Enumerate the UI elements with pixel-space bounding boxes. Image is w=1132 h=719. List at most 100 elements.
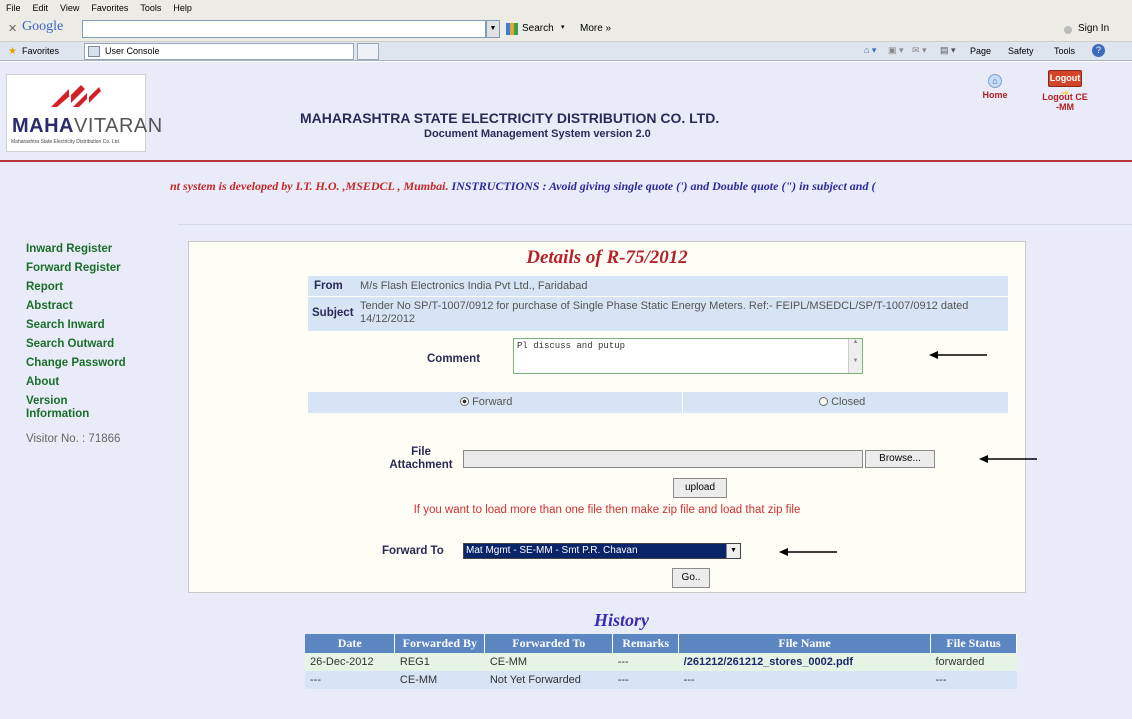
upload-button[interactable]: upload: [673, 478, 727, 498]
scroll-up-icon[interactable]: ▲: [849, 339, 862, 345]
radio-selected-icon[interactable]: [460, 397, 469, 406]
feeds-icon[interactable]: ▣ ▾: [888, 45, 904, 56]
logo-text-light: VITARAN: [74, 115, 163, 137]
comment-text: Pl discuss and putup: [517, 341, 626, 351]
logout-button[interactable]: Logout ➔: [1048, 70, 1082, 98]
sidebar-item-forward-register[interactable]: Forward Register: [26, 262, 121, 275]
home-link[interactable]: ⌂ Home: [975, 74, 1015, 100]
logo-arrows-icon: [51, 85, 101, 107]
radio-unselected-icon[interactable]: [819, 397, 828, 406]
chevron-down-icon: ▾: [561, 24, 565, 31]
menu-file[interactable]: File: [6, 3, 21, 13]
subject-row: Subject Tender No SP/T-1007/0912 for pur…: [308, 297, 1008, 331]
from-value: M/s Flash Electronics India Pvt Ltd., Fa…: [360, 280, 588, 292]
menu-tools[interactable]: Tools: [140, 3, 161, 13]
close-icon[interactable]: ✕: [8, 22, 17, 35]
tab-title: User Console: [105, 46, 160, 56]
sidebar-item-about[interactable]: About: [26, 376, 59, 389]
sidebar: Inward Register Forward Register Report …: [0, 212, 178, 719]
zip-file-note: If you want to load more than one file t…: [413, 504, 801, 516]
sidebar-item-search-outward[interactable]: Search Outward: [26, 338, 114, 351]
site-header: MAHAVITARAN Maharashtra State Electricit…: [0, 62, 1132, 160]
history-title: History: [594, 610, 650, 630]
select-arrow-icon[interactable]: ▼: [726, 544, 740, 558]
dropdown-arrow-icon[interactable]: ▼: [486, 20, 500, 38]
history-table: Date Forwarded By Forwarded To Remarks F…: [305, 634, 1017, 689]
table-row: --- CE-MM Not Yet Forwarded --- --- ---: [305, 671, 1017, 689]
sidebar-item-search-inward[interactable]: Search Inward: [26, 319, 105, 332]
help-icon[interactable]: ?: [1092, 44, 1105, 57]
visitor-counter: Visitor No. : 71866: [26, 433, 121, 445]
sign-in-link[interactable]: Sign In: [1078, 23, 1109, 34]
logo-text-bold: MAHA: [12, 115, 74, 137]
menu-view[interactable]: View: [60, 3, 79, 13]
google-search-icon: [506, 23, 518, 35]
org-title: MAHARASHTRA STATE ELECTRICITY DISTRIBUTI…: [300, 110, 720, 126]
sidebar-item-inward-register[interactable]: Inward Register: [26, 243, 112, 256]
col-file-status: File Status: [930, 634, 1017, 653]
browser-menu-bar: File Edit View Favorites Tools Help: [0, 0, 1132, 16]
google-search-input[interactable]: [82, 20, 486, 38]
col-file-name: File Name: [678, 634, 931, 653]
sidebar-item-change-password[interactable]: Change Password: [26, 357, 126, 370]
more-button[interactable]: More »: [580, 23, 611, 34]
page-menu[interactable]: Page: [970, 46, 991, 56]
forward-to-select[interactable]: Mat Mgmt - SE-MM - Smt P.R. Chavan ▼: [463, 543, 741, 559]
google-logo: Google: [22, 19, 64, 34]
radio-forward-cell: Forward: [308, 392, 682, 413]
menu-favorites[interactable]: Favorites: [91, 3, 128, 13]
cell-forwarded-to: CE-MM: [484, 653, 613, 671]
comment-scrollbar[interactable]: ▲ ▼: [848, 339, 862, 373]
favorites-button[interactable]: Favorites: [22, 46, 59, 56]
new-tab-button[interactable]: [357, 43, 379, 60]
menu-help[interactable]: Help: [173, 3, 192, 13]
annotation-arrow-icon: [929, 351, 987, 359]
google-toolbar: ✕ Google ▼ Search ▾ More » Sign In: [0, 16, 1132, 42]
forward-to-label: Forward To: [382, 545, 444, 557]
app-subtitle: Document Management System version 2.0: [424, 128, 651, 140]
history-header-row: Date Forwarded By Forwarded To Remarks F…: [305, 634, 1017, 653]
logo-subtext: Maharashtra State Electricity Distributi…: [11, 139, 121, 145]
marquee-text-credit: nt system is developed by I.T. H.O. ,MSE…: [170, 179, 449, 193]
radio-closed[interactable]: Closed: [819, 396, 865, 408]
content-divider: [178, 224, 1132, 225]
go-button[interactable]: Go..: [672, 568, 710, 588]
scroll-down-icon[interactable]: ▼: [849, 358, 862, 364]
table-row: 26-Dec-2012 REG1 CE-MM --- /261212/26121…: [305, 653, 1017, 671]
details-title: Details of R-75/2012: [526, 247, 688, 268]
col-date: Date: [305, 634, 396, 653]
safety-menu[interactable]: Safety: [1008, 46, 1034, 56]
menu-edit[interactable]: Edit: [33, 3, 49, 13]
file-link[interactable]: /261212/261212_stores_0002.pdf: [678, 653, 931, 671]
radio-forward[interactable]: Forward: [460, 396, 512, 408]
comment-textarea[interactable]: Pl discuss and putup ▲ ▼: [513, 338, 863, 374]
sidebar-item-report[interactable]: Report: [26, 281, 63, 294]
browser-tab[interactable]: User Console: [84, 43, 354, 60]
sidebar-item-version-information[interactable]: Version Information: [26, 395, 126, 421]
marquee-text-instructions: INSTRUCTIONS : Avoid giving single quote…: [451, 179, 876, 193]
search-button[interactable]: Search: [522, 23, 554, 34]
cell-forwarded-to: Not Yet Forwarded: [484, 671, 613, 689]
cell-forwarded-by: REG1: [394, 653, 485, 671]
instruction-marquee: nt system is developed by I.T. H.O. ,MSE…: [0, 162, 1132, 212]
sidebar-item-abstract[interactable]: Abstract: [26, 300, 73, 313]
subject-value: Tender No SP/T-1007/0912 for purchase of…: [360, 300, 969, 325]
sign-in-icon: [1064, 26, 1072, 34]
annotation-arrow-icon: [979, 455, 1037, 463]
cell-date: ---: [305, 671, 395, 689]
col-forwarded-to: Forwarded To: [484, 634, 614, 653]
tools-menu[interactable]: Tools: [1054, 46, 1075, 56]
mahavitaran-logo: MAHAVITARAN Maharashtra State Electricit…: [6, 74, 162, 152]
print-icon[interactable]: ▤ ▾: [940, 45, 956, 56]
browse-button[interactable]: Browse...: [865, 450, 935, 468]
home-label: Home: [982, 90, 1008, 100]
cell-file-status: ---: [930, 671, 1017, 689]
from-label: From: [314, 280, 343, 292]
home-icon[interactable]: ⌂ ▾: [864, 45, 876, 56]
from-row: From M/s Flash Electronics India Pvt Ltd…: [308, 276, 1008, 296]
logout-user-label[interactable]: Logout CE -MM: [1042, 92, 1088, 112]
cell-file-name: ---: [678, 671, 931, 689]
mail-icon[interactable]: ✉ ▾: [912, 45, 927, 56]
file-path-input[interactable]: [463, 450, 863, 468]
comment-label: Comment: [427, 353, 481, 365]
